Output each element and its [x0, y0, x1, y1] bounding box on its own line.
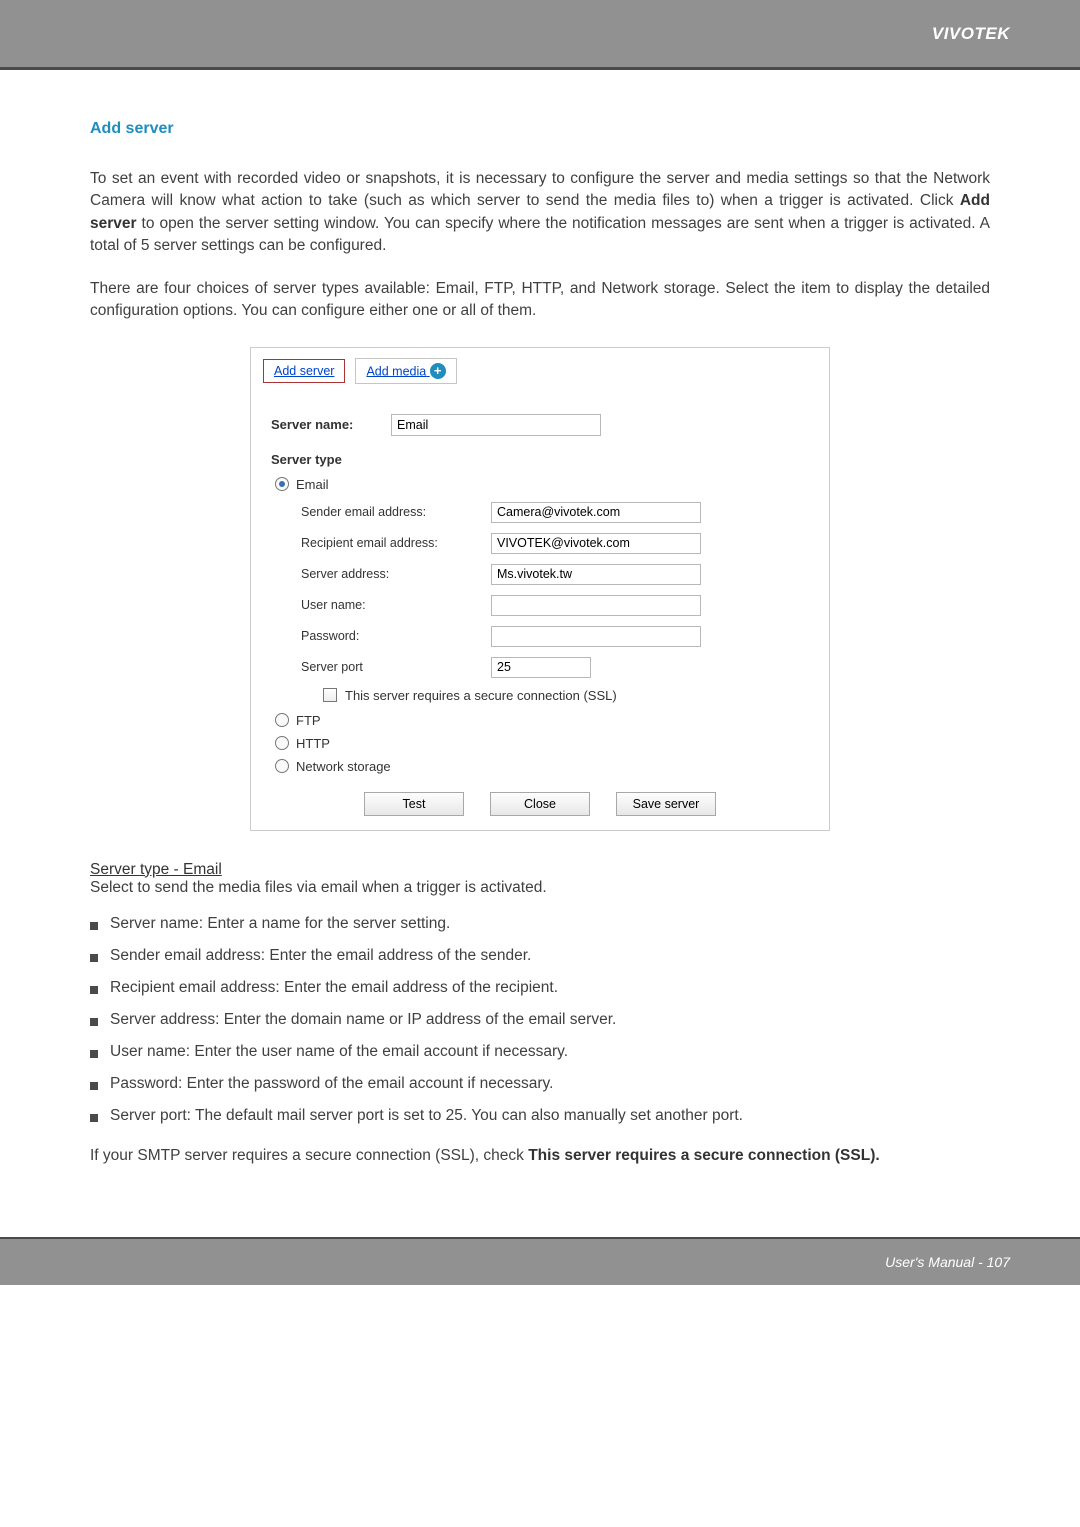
password-input[interactable] — [491, 626, 701, 647]
list-item: Password: Enter the password of the emai… — [90, 1075, 990, 1093]
radio-ftp[interactable]: FTP — [275, 713, 809, 728]
close-button[interactable]: Close — [490, 792, 590, 816]
list-item: User name: Enter the user name of the em… — [90, 1043, 990, 1061]
ssl-note: If your SMTP server requires a secure co… — [90, 1145, 990, 1167]
serveraddr-label: Server address: — [301, 567, 491, 581]
radio-email[interactable]: Email — [275, 477, 809, 492]
serveraddr-input[interactable] — [491, 564, 701, 585]
port-label: Server port — [301, 660, 491, 674]
tab-add-media-label: Add media — [366, 364, 426, 378]
recipient-input[interactable] — [491, 533, 701, 554]
ssl-checkbox-row[interactable]: This server requires a secure connection… — [323, 688, 809, 703]
radio-ftp-label: FTP — [296, 713, 321, 728]
dialog-buttons: Test Close Save server — [271, 792, 809, 816]
dialog-tabs: Add server Add media + — [251, 348, 829, 398]
footer-band: User's Manual - 107 — [0, 1237, 1080, 1285]
radio-http[interactable]: HTTP — [275, 736, 809, 751]
section-title: Add server — [90, 120, 990, 138]
radio-dot-icon — [275, 759, 289, 773]
server-type-email-desc: Select to send the media files via email… — [90, 879, 990, 897]
server-name-label: Server name: — [271, 417, 391, 432]
radio-dot-icon — [275, 713, 289, 727]
username-input[interactable] — [491, 595, 701, 616]
radio-email-label: Email — [296, 477, 329, 492]
sender-input[interactable] — [491, 502, 701, 523]
list-item: Server port: The default mail server por… — [90, 1107, 990, 1125]
form-area: Server name: Server type Email Sender em… — [251, 398, 829, 816]
sender-label: Sender email address: — [301, 505, 491, 519]
email-config-bullets: Server name: Enter a name for the server… — [90, 915, 990, 1125]
radio-network-storage[interactable]: Network storage — [275, 759, 809, 774]
plus-circle-icon: + — [430, 363, 446, 379]
ssl-checkbox-label: This server requires a secure connection… — [345, 688, 617, 703]
port-input[interactable] — [491, 657, 591, 678]
intro-paragraph-1: To set an event with recorded video or s… — [90, 168, 990, 258]
radio-ns-label: Network storage — [296, 759, 391, 774]
list-item: Recipient email address: Enter the email… — [90, 979, 990, 997]
page-content: Add server To set an event with recorded… — [0, 70, 1080, 1237]
ssl-note-bold: This server requires a secure connection… — [528, 1147, 879, 1164]
config-dialog: Add server Add media + Server name: Serv… — [250, 347, 830, 831]
tab-add-media[interactable]: Add media + — [355, 358, 456, 384]
server-name-input[interactable] — [391, 414, 601, 436]
p1-part-c: to open the server setting window. You c… — [90, 215, 990, 254]
radio-dot-icon — [275, 736, 289, 750]
save-server-button[interactable]: Save server — [616, 792, 716, 816]
password-label: Password: — [301, 629, 491, 643]
intro-paragraph-2: There are four choices of server types a… — [90, 278, 990, 323]
header-band: VIVOTEK — [0, 0, 1080, 70]
list-item: Sender email address: Enter the email ad… — [90, 947, 990, 965]
ssl-note-a: If your SMTP server requires a secure co… — [90, 1147, 528, 1164]
email-fieldset: Sender email address: Recipient email ad… — [301, 502, 809, 678]
list-item: Server address: Enter the domain name or… — [90, 1011, 990, 1029]
footer-text: User's Manual - 107 — [885, 1254, 1010, 1270]
p1-part-a: To set an event with recorded video or s… — [90, 170, 990, 209]
brand-text: VIVOTEK — [932, 24, 1010, 44]
tab-add-server[interactable]: Add server — [263, 359, 345, 383]
username-label: User name: — [301, 598, 491, 612]
server-type-email-heading: Server type - Email — [90, 861, 990, 879]
recipient-label: Recipient email address: — [301, 536, 491, 550]
list-item: Server name: Enter a name for the server… — [90, 915, 990, 933]
test-button[interactable]: Test — [364, 792, 464, 816]
radio-dot-icon — [275, 477, 289, 491]
checkbox-icon — [323, 688, 337, 702]
radio-http-label: HTTP — [296, 736, 330, 751]
server-type-heading: Server type — [271, 452, 809, 467]
